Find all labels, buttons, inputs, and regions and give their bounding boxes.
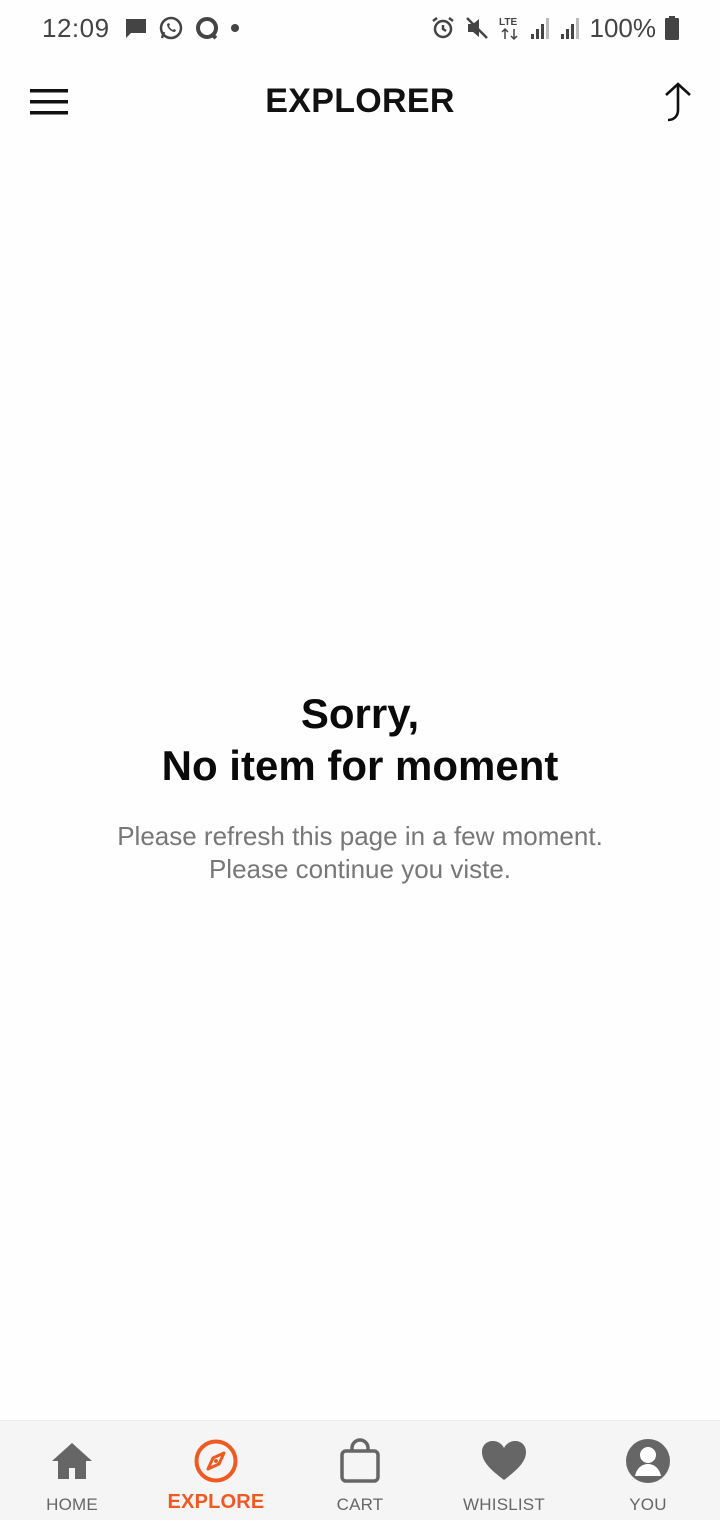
whatsapp-icon xyxy=(158,15,184,41)
empty-message-line1: Please refresh this page in a few moment… xyxy=(117,821,603,851)
nav-label-explore: EXPLORE xyxy=(167,1491,265,1513)
nav-label-you: YOU xyxy=(629,1495,667,1514)
home-icon xyxy=(48,1437,96,1485)
battery-icon xyxy=(664,15,680,41)
chat-app-icon xyxy=(194,15,220,41)
heart-icon xyxy=(480,1437,528,1485)
empty-heading-line1: Sorry, xyxy=(300,690,420,737)
empty-heading-line2: No item for moment xyxy=(161,742,559,789)
status-time: 12:09 xyxy=(42,12,110,43)
battery-percentage: 100% xyxy=(589,12,657,43)
user-icon xyxy=(624,1437,672,1485)
nav-item-wishlist[interactable]: WHISLIST xyxy=(432,1421,576,1520)
nav-label-cart: CART xyxy=(336,1495,384,1514)
signal-2-icon xyxy=(560,16,582,40)
page-title: EXPLORER xyxy=(265,82,455,120)
scroll-up-button[interactable] xyxy=(650,78,700,130)
empty-message: Please refresh this page in a few moment… xyxy=(0,820,720,886)
lte-icon: LTE xyxy=(498,15,522,41)
bottom-nav: HOME EXPLORE CART WHISLIST YOU xyxy=(0,1420,720,1520)
nav-item-home[interactable]: HOME xyxy=(0,1421,144,1520)
status-right: LTE 100% xyxy=(430,13,720,44)
shopping-bag-icon xyxy=(336,1437,384,1485)
arrow-up-icon xyxy=(658,81,692,128)
status-left: 12:09 xyxy=(0,13,240,44)
signal-icon xyxy=(530,16,552,40)
notification-dot-icon xyxy=(230,23,240,33)
empty-message-line2: Please continue you viste. xyxy=(208,854,512,884)
nav-item-explore[interactable]: EXPLORE xyxy=(144,1421,288,1520)
nav-label-wishlist: WHISLIST xyxy=(463,1495,545,1514)
status-bar: 12:09 LTE 100% xyxy=(0,0,720,56)
empty-state: Sorry, No item for moment Please refresh… xyxy=(0,688,720,886)
nav-item-you[interactable]: YOU xyxy=(576,1421,720,1520)
nav-item-cart[interactable]: CART xyxy=(288,1421,432,1520)
nav-label-home: HOME xyxy=(46,1495,98,1514)
mute-icon xyxy=(464,15,490,41)
app-bar: EXPLORER xyxy=(0,64,720,144)
alarm-icon xyxy=(430,15,456,41)
screen: 12:09 LTE 100% EXPLORER Sorry, No item f… xyxy=(0,0,720,1520)
svg-text:LTE: LTE xyxy=(499,17,517,28)
compass-icon xyxy=(192,1437,240,1485)
message-notification-icon xyxy=(124,17,148,39)
